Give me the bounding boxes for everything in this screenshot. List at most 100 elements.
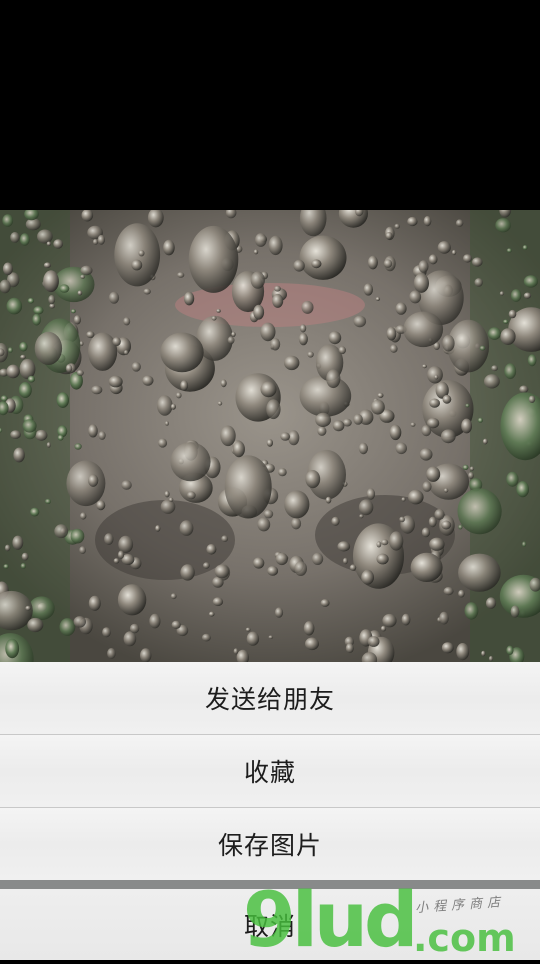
raindrop: [444, 587, 454, 595]
raindrop: [4, 564, 9, 569]
raindrop: [350, 564, 356, 570]
raindrop: [48, 295, 55, 304]
raindrop: [57, 392, 69, 408]
favorite-label: 收藏: [244, 753, 296, 789]
cancel-gap: [0, 880, 540, 889]
photo-preview[interactable]: [0, 210, 540, 662]
raindrop: [458, 590, 465, 598]
raindrop: [266, 399, 280, 419]
raindrop: [524, 275, 538, 287]
raindrop: [359, 499, 373, 515]
raindrop: [77, 370, 84, 376]
raindrop: [19, 342, 27, 352]
raindrop: [20, 233, 30, 245]
raindrop: [212, 316, 217, 321]
raindrop: [396, 443, 407, 455]
raindrop: [269, 635, 274, 639]
raindrop: [456, 643, 469, 660]
raindrop: [441, 429, 456, 443]
raindrop: [311, 259, 321, 268]
raindrop: [114, 558, 120, 563]
raindrop: [172, 621, 181, 629]
raindrop: [506, 646, 513, 655]
raindrop: [23, 419, 37, 432]
raindrop: [353, 414, 362, 425]
raindrop: [486, 597, 496, 608]
raindrop: [177, 272, 184, 278]
raindrop: [96, 500, 105, 510]
raindrop: [80, 512, 86, 519]
raindrop: [463, 465, 469, 470]
raindrop: [218, 401, 222, 405]
raindrop: [228, 336, 235, 344]
raindrop: [13, 448, 24, 463]
raindrop: [408, 490, 424, 505]
send-to-friend-label: 发送给朋友: [205, 680, 335, 716]
raindrop: [59, 284, 69, 292]
raindrop: [98, 235, 105, 245]
raindrop: [79, 546, 86, 554]
raindrop: [54, 524, 68, 538]
save-image-button[interactable]: 保存图片: [0, 808, 540, 880]
raindrop: [176, 392, 182, 398]
raindrop: [28, 376, 35, 383]
raindrop: [378, 393, 384, 398]
raindrop: [333, 420, 345, 431]
raindrop: [422, 481, 431, 492]
raindrop: [516, 481, 529, 497]
raindrop: [234, 648, 239, 654]
save-image-label: 保存图片: [218, 826, 322, 862]
raindrop: [386, 232, 393, 240]
raindrop: [367, 488, 375, 499]
raindrop: [465, 602, 479, 619]
raindrop: [7, 298, 23, 315]
raindrop: [88, 424, 98, 437]
raindrop: [506, 472, 518, 487]
raindrop: [37, 230, 53, 244]
raindrop: [523, 245, 528, 250]
raindrop: [284, 356, 299, 370]
raindrop: [442, 642, 454, 653]
raindrop: [216, 309, 220, 313]
raindrop: [326, 497, 332, 504]
raindrop: [522, 541, 526, 547]
raindrop: [343, 558, 348, 564]
raindrop: [225, 455, 272, 518]
raindrop: [458, 525, 462, 530]
raindrop: [507, 248, 512, 252]
raindrop: [377, 554, 389, 565]
raindrop: [444, 488, 448, 492]
raindrop: [43, 270, 59, 292]
raindrop: [20, 355, 26, 359]
favorite-button[interactable]: 收藏: [0, 735, 540, 807]
raindrop: [461, 419, 472, 434]
raindrop: [213, 597, 223, 606]
raindrop: [276, 553, 288, 565]
raindrop: [131, 260, 142, 271]
raindrop: [524, 293, 531, 299]
raindrop: [424, 216, 432, 226]
raindrop: [47, 242, 51, 246]
raindrop: [409, 290, 421, 303]
raindrop: [180, 564, 194, 580]
raindrop: [81, 266, 93, 276]
raindrop: [529, 396, 535, 403]
raindrop: [35, 430, 47, 441]
raindrop: [304, 621, 315, 635]
cancel-button[interactable]: 取消: [0, 889, 540, 960]
raindrop: [91, 386, 102, 395]
raindrop: [414, 273, 429, 293]
raindrop: [93, 239, 98, 245]
raindrop: [209, 612, 215, 617]
raindrop: [221, 535, 228, 542]
raindrop: [452, 250, 456, 255]
raindrop: [163, 240, 175, 256]
raindrop: [260, 323, 275, 342]
raindrop: [212, 577, 223, 588]
raindrop: [427, 366, 443, 383]
raindrop: [402, 614, 411, 626]
raindrop: [272, 294, 283, 308]
raindrop: [483, 439, 488, 445]
send-to-friend-button[interactable]: 发送给朋友: [0, 662, 540, 734]
raindrop: [368, 636, 380, 647]
